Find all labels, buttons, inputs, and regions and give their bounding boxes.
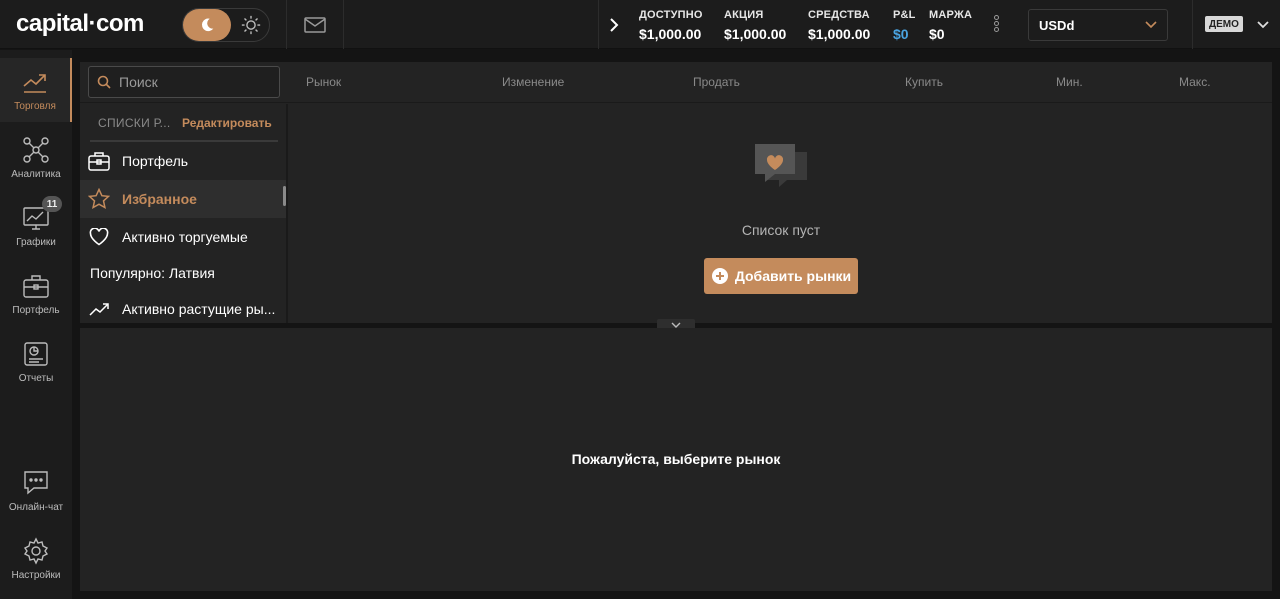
watchlist-item-label: Портфель (122, 153, 189, 169)
stat-value: $1,000.00 (639, 26, 702, 42)
add-markets-label: Добавить рынки (734, 268, 852, 284)
heart-icon (88, 226, 110, 248)
stat-funds: СРЕДСТВА $1,000.00 (808, 9, 870, 42)
nav-item-reports[interactable]: Отчеты (0, 330, 72, 394)
mail-icon[interactable] (303, 14, 327, 36)
stat-value: $0 (893, 26, 909, 42)
account-select-value: USDd (1039, 17, 1075, 33)
empty-state-message: Список пуст (741, 222, 821, 238)
watchlists-title: СПИСКИ Р... (98, 116, 171, 130)
nav-item-portfolio[interactable]: Портфель (0, 262, 72, 326)
divider (598, 0, 599, 49)
market-detail-panel: Пожалуйста, выберите рынок (80, 328, 1272, 591)
nav-label: Отчеты (18, 373, 54, 384)
logo[interactable]: capital·com (16, 10, 144, 38)
chevron-right-icon[interactable] (604, 14, 624, 36)
stat-label: СРЕДСТВА (808, 9, 870, 21)
scrollbar-thumb[interactable] (283, 186, 286, 206)
column-header-sell[interactable]: Продать (693, 75, 740, 89)
star-icon (88, 188, 110, 210)
nav-item-charts[interactable]: 11 Графики (0, 194, 72, 258)
moon-icon[interactable] (183, 9, 231, 41)
stat-label: АКЦИЯ (724, 9, 764, 21)
nav-item-trading[interactable]: Торговля (0, 58, 72, 122)
column-header-market[interactable]: Рынок (306, 75, 341, 89)
divider (80, 102, 1272, 103)
stat-margin: МАРЖА $0 (929, 9, 972, 42)
chevron-down-icon (1145, 21, 1157, 29)
column-header-max[interactable]: Макс. (1179, 75, 1211, 89)
report-icon (22, 340, 50, 368)
stat-available: ДОСТУПНО $1,000.00 (639, 9, 703, 42)
watchlist-item-label: Активно растущие ры... (122, 301, 276, 317)
stat-label: P&L (893, 9, 916, 21)
column-header-change[interactable]: Изменение (502, 75, 564, 89)
plus-circle-icon (711, 268, 728, 284)
watchlist-item-favorites[interactable]: Избранное (80, 180, 286, 218)
app-root: capital·com ДОСТУПНО $1,000.00 АКЦИЯ $1,… (0, 0, 1280, 599)
trending-up-icon (88, 298, 110, 320)
charts-count-badge: 11 (42, 196, 62, 212)
watchlist-item-label: Избранное (122, 191, 197, 207)
add-markets-button[interactable]: Добавить рынки (704, 258, 858, 294)
gear-icon (22, 537, 50, 565)
search-box[interactable] (88, 66, 280, 98)
demo-badge[interactable]: ДЕМО (1205, 16, 1243, 32)
nav-label: Графики (16, 237, 56, 248)
nav-label: Аналитика (11, 169, 61, 180)
briefcase-icon (22, 272, 50, 300)
stat-value: $0 (929, 26, 945, 42)
nav-label: Настройки (11, 570, 61, 581)
favorites-chat-icon (753, 142, 809, 194)
chevron-down-icon[interactable] (1256, 18, 1270, 32)
empty-state: Список пуст Добавить рынки (290, 104, 1272, 323)
edit-watchlists-link[interactable]: Редактировать (182, 116, 272, 130)
watchlist-item-popular-latvia[interactable]: Популярно: Латвия (80, 254, 286, 292)
stat-equity: АКЦИЯ $1,000.00 (724, 9, 786, 42)
nav-label: Онлайн-чат (8, 502, 64, 513)
nav-label: Торговля (14, 101, 56, 112)
nav-item-analytics[interactable]: Аналитика (0, 126, 72, 190)
briefcase-icon (88, 150, 110, 172)
watchlists-header: СПИСКИ Р... Редактировать (80, 104, 286, 140)
nav-item-chat[interactable]: Онлайн-чат (0, 459, 72, 523)
watchlist-item-label: Популярно: Латвия (90, 265, 215, 281)
monitor-chart-icon: 11 (22, 196, 62, 232)
column-header-min[interactable]: Мин. (1056, 75, 1083, 89)
stat-label: МАРЖА (929, 9, 973, 21)
divider (1192, 0, 1193, 49)
watchlist-item-top-risers[interactable]: Активно растущие ры... (80, 290, 286, 323)
column-header-buy[interactable]: Купить (905, 75, 943, 89)
market-panel: Рынок Изменение Продать Купить Мин. Макс… (80, 62, 1272, 323)
nav-item-settings[interactable]: Настройки (0, 527, 72, 591)
stat-value: $1,000.00 (724, 26, 787, 42)
sun-icon[interactable] (239, 13, 263, 37)
chevron-down-icon (671, 322, 681, 328)
network-icon (22, 136, 50, 164)
search-icon (97, 75, 111, 89)
theme-toggle[interactable] (182, 8, 270, 42)
search-input[interactable] (119, 74, 269, 90)
watchlist-item-most-traded[interactable]: Активно торгуемые (80, 218, 286, 256)
divider (343, 0, 344, 49)
select-market-message: Пожалуйста, выберите рынок (571, 451, 781, 467)
watchlist-item-portfolio[interactable]: Портфель (80, 142, 286, 180)
top-bar: capital·com ДОСТУПНО $1,000.00 АКЦИЯ $1,… (0, 0, 1280, 49)
account-select[interactable]: USDd (1028, 9, 1168, 41)
stat-pnl: P&L $0 (893, 9, 916, 42)
chat-icon (22, 469, 50, 497)
watchlist-item-label: Активно торгуемые (122, 229, 248, 245)
left-nav: Торговля Аналитика 11 Графики Портфель О… (0, 50, 72, 599)
stat-value: $1,000.00 (808, 26, 871, 42)
stat-label: ДОСТУПНО (639, 9, 703, 21)
watchlists-sidebar: СПИСКИ Р... Редактировать Портфель Избра… (80, 104, 288, 323)
trend-chart-icon (21, 68, 49, 96)
nav-label: Портфель (12, 305, 60, 316)
divider (286, 0, 287, 49)
more-options-icon[interactable] (991, 15, 1001, 35)
